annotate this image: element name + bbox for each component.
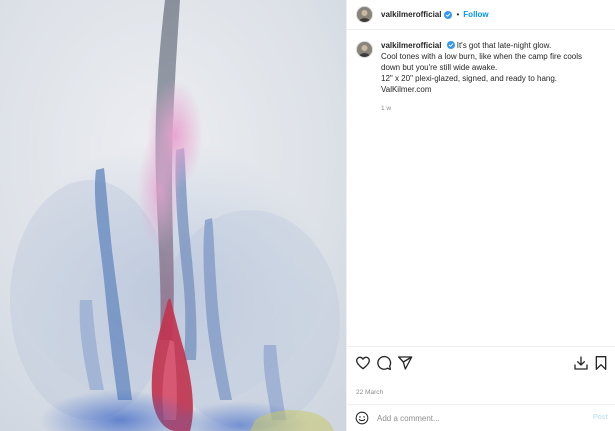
- separator-dot: •: [456, 10, 460, 19]
- post-panel: valkilmerofficial • Follow valkilmeroffi…: [346, 0, 615, 431]
- post-header: valkilmerofficial • Follow: [347, 0, 615, 30]
- caption-avatar[interactable]: [356, 41, 373, 58]
- comment-bar: Post: [347, 405, 615, 431]
- caption-text: valkilmerofficial It's got that late-nig…: [381, 40, 607, 114]
- verified-badge-icon: [446, 41, 455, 49]
- speech-bubble-icon[interactable]: [376, 355, 392, 371]
- post-image[interactable]: [0, 0, 346, 431]
- caption-line-3: down but you're still wide awake.: [381, 63, 498, 72]
- post-comment-button[interactable]: Post: [593, 414, 608, 421]
- caption-line-4: 12" x 20" plexi-glazed, signed, and read…: [381, 74, 558, 83]
- download-icon[interactable]: [573, 355, 589, 371]
- caption-line-1: It's got that late-night glow.: [456, 41, 552, 50]
- paper-plane-icon[interactable]: [397, 355, 413, 371]
- smiley-icon[interactable]: [355, 411, 369, 425]
- caption: valkilmerofficial It's got that late-nig…: [356, 40, 608, 114]
- actions-divider: [347, 346, 615, 347]
- post-age: 1 w: [381, 105, 392, 112]
- caption-line-2: Cool tones with a low burn, like when th…: [381, 52, 582, 61]
- post-date: 22 March: [356, 389, 384, 396]
- avatar-image: [357, 7, 372, 22]
- comment-input[interactable]: [377, 413, 577, 423]
- profile-avatar[interactable]: [356, 6, 373, 23]
- action-bar: [347, 352, 615, 374]
- bookmark-icon[interactable]: [593, 355, 609, 371]
- verified-badge-icon: [444, 10, 453, 19]
- caption-first-line: valkilmerofficial It's got that late-nig…: [381, 40, 607, 51]
- instagram-post-modal: valkilmerofficial • Follow valkilmeroffi…: [0, 0, 615, 431]
- painting: [0, 0, 346, 431]
- heart-icon[interactable]: [355, 355, 371, 371]
- caption-username[interactable]: valkilmerofficial: [381, 41, 441, 50]
- username[interactable]: valkilmerofficial: [381, 10, 441, 19]
- avatar-image: [357, 42, 372, 57]
- caption-link[interactable]: ValKilmer.com: [381, 84, 607, 95]
- follow-button[interactable]: Follow: [463, 10, 488, 19]
